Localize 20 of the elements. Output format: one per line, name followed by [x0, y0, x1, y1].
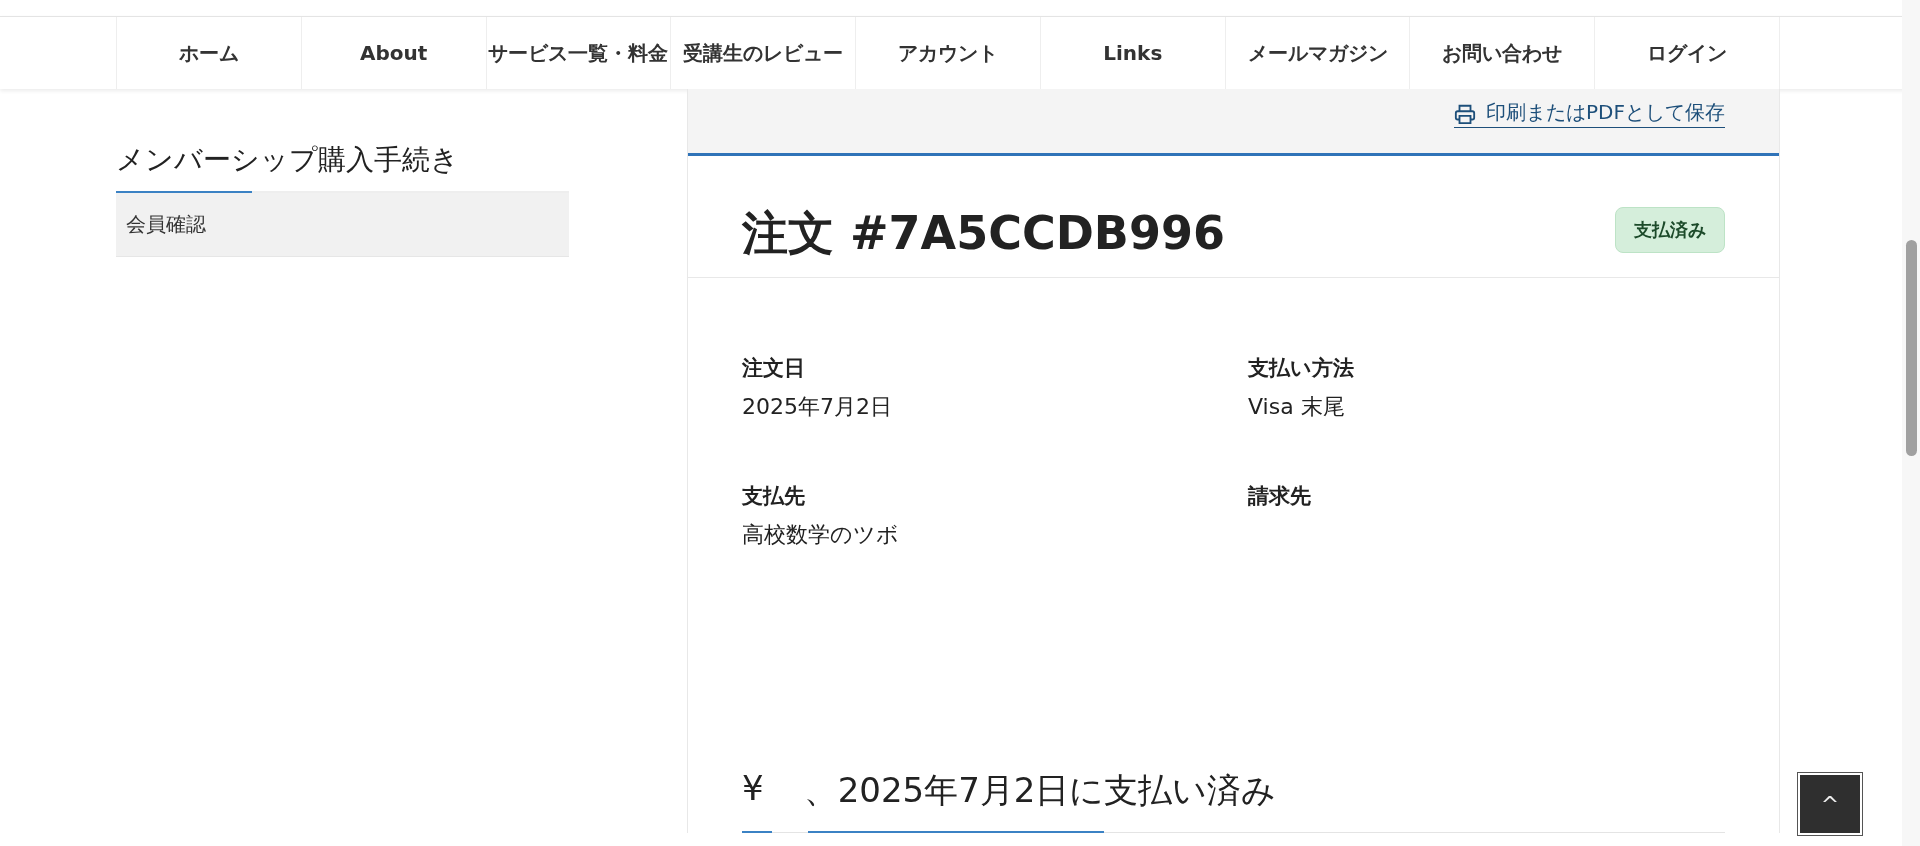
sidebar-title: メンバーシップ購入手続き — [116, 142, 460, 178]
field-value: 2025年7月2日 — [742, 393, 893, 421]
field-label: 支払い方法 — [1248, 355, 1355, 382]
scrollbar[interactable] — [1902, 0, 1920, 846]
nav-link[interactable]: About — [301, 17, 487, 89]
field-label: 支払先 — [742, 483, 806, 510]
printer-icon — [1454, 102, 1477, 125]
nav-link[interactable]: サービス一覧・料金 — [486, 17, 672, 89]
amount-currency: ¥ — [742, 768, 764, 810]
field-value: Visa 末尾 — [1248, 393, 1346, 421]
nav-link[interactable]: ホーム — [117, 17, 302, 89]
payment-summary: 、2025年7月2日に支払い済み — [803, 769, 1277, 812]
order-title: 注文 #7A5CCDB996 — [742, 205, 1225, 262]
field-label: 請求先 — [1248, 483, 1312, 510]
field-value: 高校数学のツボ — [742, 521, 900, 549]
print-link[interactable]: 印刷またはPDFとして保存 — [1454, 99, 1725, 128]
sidebar-item[interactable]: 会員確認 — [116, 191, 569, 257]
field-label: 注文日 — [742, 355, 806, 382]
back-to-top-button[interactable]: ^ — [1798, 773, 1862, 835]
status-badge: 支払済み — [1615, 207, 1725, 253]
